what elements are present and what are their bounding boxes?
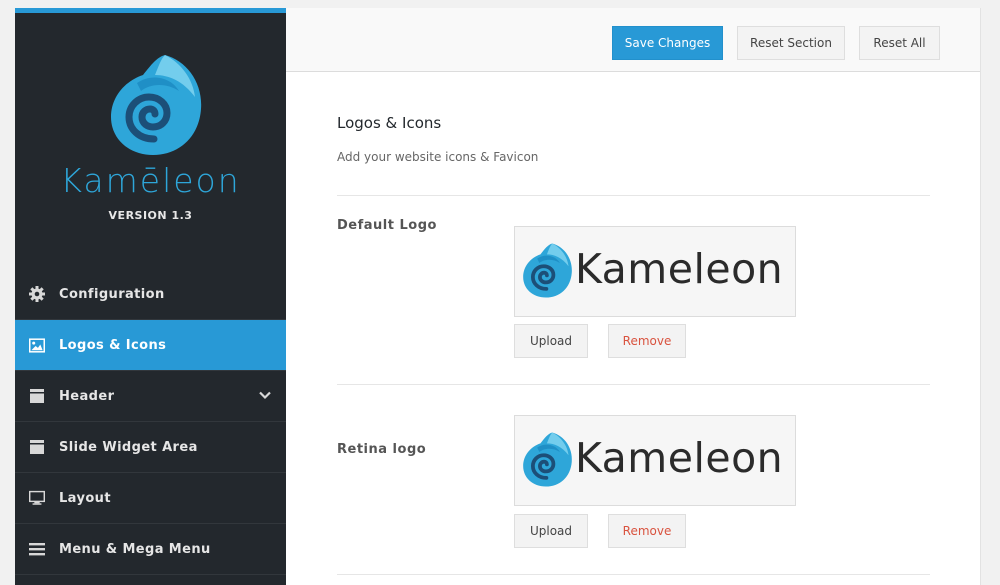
monitor-icon: [29, 490, 45, 506]
logo-preview-text: Kameleon: [575, 245, 784, 293]
hamburger-icon: [29, 541, 45, 557]
image-icon: [29, 337, 45, 353]
panel-icon: [29, 388, 45, 404]
sidebar-item-slide-widget-area[interactable]: Slide Widget Area: [15, 422, 286, 473]
sidebar-item-configuration[interactable]: Configuration: [15, 269, 286, 320]
save-changes-button[interactable]: Save Changes: [612, 26, 723, 60]
retina-logo-preview: Kameleon: [514, 415, 796, 506]
retina-logo-label: Retina logo: [337, 442, 427, 457]
default-logo-upload-button[interactable]: Upload: [514, 324, 588, 358]
sidebar-item-header[interactable]: Header: [15, 371, 286, 422]
sidebar-item-menu-mega-menu[interactable]: Menu & Mega Menu: [15, 524, 286, 575]
chameleon-logo-icon: [107, 51, 207, 157]
panel-icon: [29, 439, 45, 455]
sidebar-item-label: Header: [59, 388, 115, 404]
retina-logo-upload-button[interactable]: Upload: [514, 514, 588, 548]
retina-logo-remove-button[interactable]: Remove: [608, 514, 686, 548]
sidebar-item-label: Layout: [59, 490, 111, 506]
chameleon-logo-icon: [521, 241, 575, 299]
sidebar-item-logos-icons[interactable]: Logos & Icons: [15, 320, 286, 371]
divider: [337, 384, 930, 385]
sidebar-item-label: Slide Widget Area: [59, 439, 198, 455]
sidebar-item-layout[interactable]: Layout: [15, 473, 286, 524]
sidebar: Kamēleon VERSION 1.3 Configuration Logos…: [15, 8, 286, 585]
divider: [337, 195, 930, 196]
options-panel: Save Changes Reset Section Reset All Log…: [286, 8, 981, 585]
brand-area: Kamēleon VERSION 1.3: [15, 13, 286, 269]
sidebar-item-label: Configuration: [59, 286, 165, 302]
brand-version: VERSION 1.3: [108, 209, 193, 222]
sidebar-item-label: Logos & Icons: [59, 337, 167, 353]
section-title: Logos & Icons: [337, 114, 442, 132]
chameleon-logo-icon: [521, 430, 575, 488]
default-logo-preview: Kameleon: [514, 226, 796, 317]
section-description: Add your website icons & Favicon: [337, 150, 539, 164]
default-logo-remove-button[interactable]: Remove: [608, 324, 686, 358]
default-logo-label: Default Logo: [337, 218, 437, 233]
gear-icon: [29, 286, 45, 302]
logo-preview-text: Kameleon: [575, 434, 784, 482]
brand-name: Kamēleon: [60, 161, 241, 200]
panel-header: Save Changes Reset Section Reset All: [286, 8, 980, 72]
reset-section-button[interactable]: Reset Section: [737, 26, 845, 60]
reset-all-button[interactable]: Reset All: [859, 26, 940, 60]
sidebar-menu: Configuration Logos & Icons Header Slide…: [15, 269, 286, 575]
chevron-down-icon[interactable]: [258, 388, 272, 402]
divider: [337, 574, 930, 575]
sidebar-item-label: Menu & Mega Menu: [59, 541, 211, 557]
